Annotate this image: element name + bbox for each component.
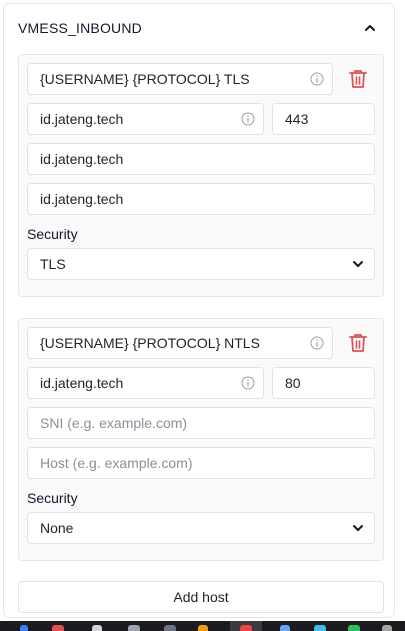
address-value: id.jateng.tech	[40, 111, 124, 127]
start-icon[interactable]	[20, 625, 28, 631]
host-input[interactable]: Host (e.g. example.com)	[27, 447, 375, 479]
port-value: 443	[285, 111, 309, 127]
chevron-down-icon	[353, 261, 363, 267]
host-card: {USERNAME} {PROTOCOL} TLS id.jateng.tech	[18, 54, 384, 297]
delete-host-button[interactable]	[347, 332, 369, 354]
app-icon[interactable]	[280, 625, 290, 631]
sni-placeholder: SNI (e.g. example.com)	[40, 415, 188, 431]
port-input[interactable]: 80	[272, 367, 375, 399]
add-host-button[interactable]: Add host	[18, 581, 384, 613]
info-icon[interactable]	[241, 376, 255, 390]
security-label: Security	[27, 226, 78, 242]
info-icon[interactable]	[310, 336, 324, 350]
chevron-down-icon	[353, 525, 363, 531]
app-icon[interactable]	[314, 625, 326, 631]
chevron-up-icon	[365, 25, 375, 31]
security-select[interactable]: None	[27, 512, 375, 544]
app-icon[interactable]	[92, 625, 102, 631]
taskbar	[0, 621, 405, 631]
info-icon[interactable]	[241, 112, 255, 126]
app-icon[interactable]	[198, 625, 208, 631]
address-value: id.jateng.tech	[40, 375, 124, 391]
security-selected-value: TLS	[40, 256, 66, 272]
info-icon[interactable]	[310, 72, 324, 86]
address-input[interactable]: id.jateng.tech	[27, 367, 264, 399]
security-select[interactable]: TLS	[27, 248, 375, 280]
port-value: 80	[285, 375, 301, 391]
host-placeholder: Host (e.g. example.com)	[40, 455, 193, 471]
address-input[interactable]: id.jateng.tech	[27, 103, 264, 135]
app-icon[interactable]	[128, 625, 140, 631]
inbound-panel: VMESS_INBOUND {USERNAME} {PROTOCOL} TLS	[3, 3, 395, 618]
host-input[interactable]: id.jateng.tech	[27, 183, 375, 215]
chrome-icon[interactable]	[240, 625, 252, 631]
trash-icon	[349, 70, 367, 88]
collapse-button[interactable]	[360, 18, 380, 38]
remark-input[interactable]: {USERNAME} {PROTOCOL} NTLS	[27, 327, 333, 359]
host-value: id.jateng.tech	[40, 191, 124, 207]
security-label: Security	[27, 490, 78, 506]
app-icon[interactable]	[382, 625, 392, 631]
remark-value: {USERNAME} {PROTOCOL} TLS	[40, 71, 250, 87]
panel-title: VMESS_INBOUND	[18, 20, 142, 36]
sni-input[interactable]: SNI (e.g. example.com)	[27, 407, 375, 439]
remark-value: {USERNAME} {PROTOCOL} NTLS	[40, 335, 260, 351]
host-card: {USERNAME} {PROTOCOL} NTLS id.jateng.tec…	[18, 318, 384, 561]
app-icon[interactable]	[52, 625, 64, 631]
security-selected-value: None	[40, 520, 74, 536]
panel-header: VMESS_INBOUND	[18, 18, 380, 38]
trash-icon	[349, 334, 367, 352]
sni-input[interactable]: id.jateng.tech	[27, 143, 375, 175]
app-icon[interactable]	[164, 625, 176, 631]
port-input[interactable]: 443	[272, 103, 375, 135]
app-icon[interactable]	[348, 625, 360, 631]
sni-value: id.jateng.tech	[40, 151, 124, 167]
delete-host-button[interactable]	[347, 68, 369, 90]
remark-input[interactable]: {USERNAME} {PROTOCOL} TLS	[27, 63, 333, 95]
